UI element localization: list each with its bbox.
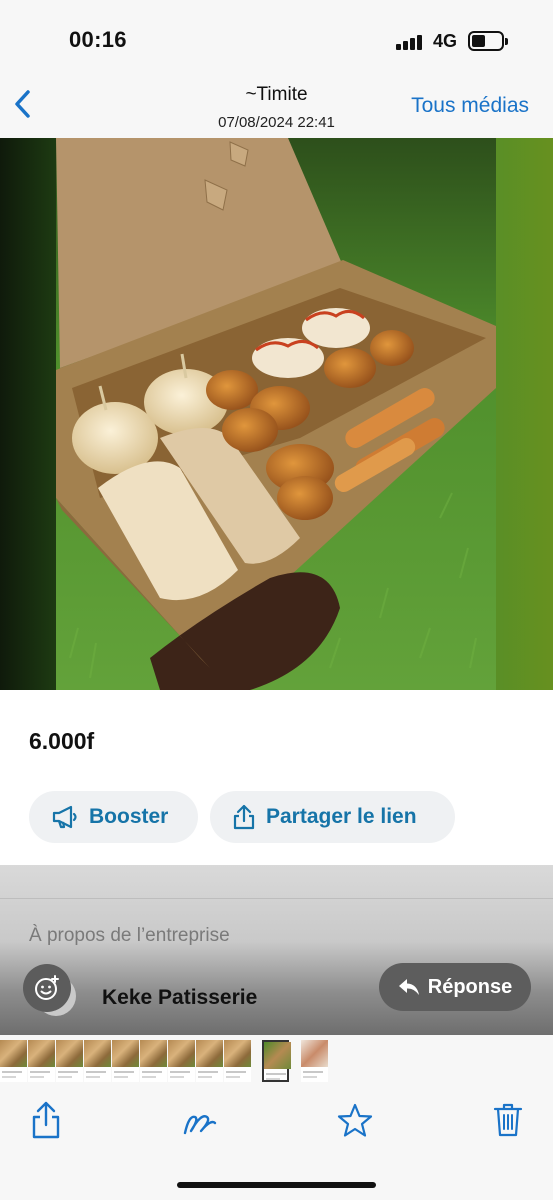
share-link-button[interactable]: Partager le lien [210,791,455,843]
media-thumbnail-strip[interactable] [0,1035,553,1087]
thumbnail[interactable] [112,1040,139,1082]
network-type: 4G [433,31,458,51]
thumbnail[interactable] [301,1040,328,1082]
thumbnail[interactable] [28,1040,55,1082]
home-indicator[interactable] [177,1182,376,1188]
reply-button[interactable]: Réponse [379,963,531,1011]
add-reaction-button[interactable] [23,964,71,1012]
reply-label: Réponse [427,975,513,998]
booster-button[interactable]: Booster [29,791,198,843]
status-bar: 00:16 4G [0,0,553,70]
thumbnail[interactable] [84,1040,111,1082]
product-details: 6.000f Booster Partager le lien À propos… [0,690,553,1035]
share-button[interactable] [26,1099,66,1143]
all-media-button[interactable]: Tous médias [411,94,529,118]
star-icon [337,1103,373,1137]
booster-label: Booster [89,805,169,828]
markup-button[interactable] [181,1099,221,1143]
share-link-label: Partager le lien [266,805,417,828]
cellular-signal-icon [396,34,423,50]
megaphone-icon [52,805,77,829]
product-photo[interactable] [0,138,553,690]
markup-icon [183,1115,217,1135]
add-reaction-icon [35,975,59,1000]
share-icon [32,1101,60,1139]
thumbnail[interactable] [196,1040,223,1082]
clock: 00:16 [69,27,127,52]
trash-icon [493,1103,523,1137]
battery-icon [468,31,508,51]
share-icon [233,804,255,830]
reply-arrow-icon [398,979,419,995]
thumbnail-selected[interactable] [262,1040,291,1082]
thumbnail[interactable] [140,1040,167,1082]
delete-button[interactable] [488,1099,528,1143]
bottom-toolbar [0,1087,553,1200]
product-price: 6.000f [29,728,95,754]
business-name[interactable]: Keke Patisserie [102,986,257,1010]
thumbnail[interactable] [224,1040,251,1082]
thumbnail[interactable] [0,1040,27,1082]
thumbnail[interactable] [56,1040,83,1082]
nav-bar: ~Timite 07/08/2024 22:41 Tous médias [0,70,553,138]
favorite-button[interactable] [335,1099,375,1143]
food-box-image [0,138,553,690]
thumbnail[interactable] [168,1040,195,1082]
about-business-heading: À propos de l’entreprise [29,925,230,946]
divider [0,898,553,899]
